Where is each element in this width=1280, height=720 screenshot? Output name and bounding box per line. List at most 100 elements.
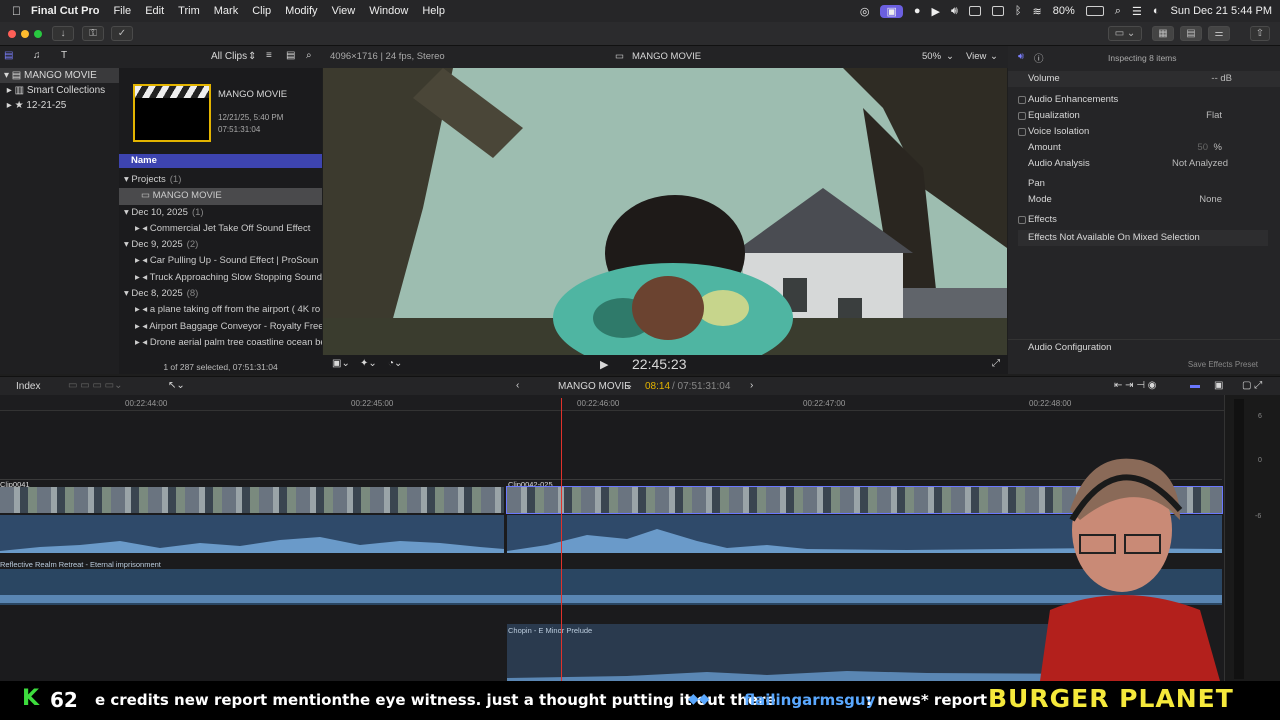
select-tool-icon[interactable]: ↖⌄ (168, 380, 185, 391)
equalization-menu[interactable]: Flat (1206, 108, 1222, 124)
cloud-icon[interactable]: ● (914, 5, 921, 17)
audio-inspector-icon[interactable]: 🔊︎ (1018, 51, 1024, 62)
browser-clip-row[interactable]: ▸ ◂ Truck Approaching Slow Stopping Soun… (119, 270, 322, 286)
timeline-project-title[interactable]: MANGO MOVIE (558, 381, 631, 392)
transform-icon[interactable]: ▣⌄ (332, 358, 350, 369)
menu-view[interactable]: View (332, 5, 356, 17)
search-icon[interactable]: ⌕ (306, 50, 312, 61)
save-effects-preset-button[interactable]: Save Effects Preset (1188, 357, 1258, 373)
minimize-window-button[interactable] (21, 30, 29, 38)
menu-edit[interactable]: Edit (145, 5, 164, 17)
record-icon[interactable]: ◎ (860, 5, 870, 18)
share-icon[interactable]: ⇧ (1250, 26, 1270, 41)
siri-icon[interactable]: ◐ (1153, 5, 1160, 17)
zoom-tools-icon[interactable]: ⇤ ⇥ ⊣ ◉ (1114, 380, 1157, 391)
chevron-updown-icon[interactable]: ⇕ (248, 51, 256, 62)
timeline-ruler[interactable]: 00:22:44:00 00:22:45:00 00:22:46:00 00:22:4… (0, 395, 1224, 411)
volume-icon[interactable]: 🔊︎ (951, 5, 958, 18)
keyword-icon[interactable]: ⚿ (82, 26, 104, 41)
menu-clip[interactable]: Clip (252, 5, 271, 17)
zoom-menu[interactable]: 50% (922, 51, 941, 62)
volume-value[interactable]: -- dB (1211, 71, 1232, 87)
project-icon[interactable]: ▭ (141, 190, 153, 201)
menu-mark[interactable]: Mark (214, 5, 238, 17)
info-inspector-icon[interactable]: ⓘ (1034, 51, 1044, 65)
disclosure-closed-icon[interactable]: ▸ ◂ (135, 321, 149, 332)
battery-icon[interactable] (1085, 6, 1104, 16)
bluetooth-icon[interactable]: ᛒ (1015, 5, 1022, 17)
inspector-toggle-icon[interactable]: ⚌ (1208, 26, 1230, 41)
fullscreen-icon[interactable]: ⤢ (992, 358, 1000, 369)
name-column-header[interactable]: Name (119, 154, 322, 168)
chevron-down-icon[interactable]: ⌄ (990, 51, 998, 62)
disclosure-closed-icon[interactable]: ▸ ◂ (135, 255, 150, 266)
project-thumbnail[interactable] (133, 84, 211, 142)
titles-icon[interactable]: T (61, 50, 67, 61)
close-window-button[interactable] (8, 30, 16, 38)
browser-clip-row[interactable]: ▸ ◂ Commercial Jet Take Off Sound Effect (119, 221, 322, 237)
clip-audio-waveform[interactable] (0, 515, 504, 553)
clip-filter[interactable]: All Clips (211, 51, 247, 62)
event-group[interactable]: ▾ Projects (1) (119, 172, 322, 188)
disclosure-closed-icon[interactable]: ▸ ◂ (135, 272, 150, 283)
browser-clip-row[interactable]: ▸ ◂ Car Pulling Up - Sound Effect | ProS… (119, 253, 322, 269)
workspace-menu-icon[interactable]: ▭ ⌄ (1108, 26, 1142, 41)
equalization-checkbox[interactable] (1018, 112, 1026, 120)
disclosure-closed-icon[interactable]: ▸ ◂ (135, 337, 150, 348)
pan-mode-menu[interactable]: None (1199, 192, 1222, 208)
chevron-down-icon[interactable]: ⌄ (946, 51, 954, 62)
play-button[interactable]: ▶ (600, 358, 608, 371)
view-menu[interactable]: View (966, 51, 986, 62)
browser-clip-row[interactable]: ▸ ◂ Drone aerial palm tree coastline oce… (119, 335, 322, 351)
playhead[interactable] (561, 398, 562, 681)
zoom-window-button[interactable] (34, 30, 42, 38)
enhance-icon[interactable]: ✦⌄ (360, 358, 377, 369)
apple-icon[interactable]:  (12, 4, 21, 18)
voice-isolation-checkbox[interactable] (1018, 128, 1026, 136)
event-group[interactable]: ▾ Dec 10, 2025 (1) (119, 205, 322, 221)
browser-clip-row[interactable]: ▸ ◂ Airport Baggage Conveyor - Royalty F… (119, 319, 322, 335)
amount-value[interactable]: 50 (1197, 140, 1208, 156)
library-smart-collections[interactable]: ▸ ▥ Smart Collections (0, 83, 119, 98)
effects-browser-icon[interactable]: ▢ ⤢ (1242, 380, 1262, 391)
screen-share-icon[interactable]: ▣ (880, 4, 903, 18)
chevron-down-icon[interactable]: ⌄ (625, 380, 633, 391)
background-tasks-icon[interactable]: ✓ (111, 26, 133, 41)
connect-clip-icon[interactable]: ▭ ▭ ▭ ▭⌄ (68, 380, 123, 391)
event-group[interactable]: ▾ Dec 8, 2025 (8) (119, 286, 322, 302)
browser-clip-row[interactable]: ▸ ◂ a plane taking off from the airport … (119, 302, 322, 318)
search-icon[interactable]: ⌕ (1115, 5, 1121, 18)
filmstrip-view-icon[interactable]: ≡ (266, 50, 272, 61)
back-icon[interactable]: ‹ (516, 380, 519, 391)
wifi-icon[interactable]: ≋ (1033, 5, 1042, 18)
display-icon[interactable] (968, 6, 981, 16)
list-view-icon[interactable]: ▤ (286, 50, 295, 61)
video-frame[interactable] (323, 68, 1007, 355)
enhancements-checkbox[interactable] (1018, 96, 1026, 104)
menu-modify[interactable]: Modify (285, 5, 317, 17)
disclosure-open-icon[interactable]: ▾ ▤ (4, 70, 24, 81)
viewer-timecode[interactable]: 22:45:23 (632, 356, 687, 372)
airplay-icon[interactable] (991, 6, 1004, 16)
disclosure-closed-icon[interactable]: ▸ ◂ (135, 223, 150, 234)
app-menu[interactable]: Final Cut Pro (31, 5, 99, 17)
timeline-toggle-icon[interactable]: ▤ (1180, 26, 1202, 41)
speed-icon[interactable]: ◔⌄ (388, 358, 402, 369)
import-icon[interactable]: ↓ (52, 26, 74, 41)
clock[interactable]: Sun Dec 21 5:44 PM (1170, 5, 1272, 17)
control-center-icon[interactable]: ☰ (1132, 5, 1142, 18)
browser-toggle-icon[interactable]: ▦ (1152, 26, 1174, 41)
disclosure-closed-icon[interactable]: ▸ ◂ (135, 304, 150, 315)
disclosure-closed-icon[interactable]: ▸ ★ (4, 100, 26, 111)
video-clip[interactable] (0, 487, 504, 513)
menu-file[interactable]: File (113, 5, 131, 17)
browser-clip-row[interactable]: ▭ MANGO MOVIE (119, 188, 322, 205)
menu-trim[interactable]: Trim (178, 5, 200, 17)
timeline-index-button[interactable]: Index (16, 381, 40, 392)
forward-icon[interactable]: › (750, 380, 753, 391)
effects-checkbox[interactable] (1018, 216, 1026, 224)
event-group[interactable]: ▾ Dec 9, 2025 (2) (119, 237, 322, 253)
menu-window[interactable]: Window (369, 5, 408, 17)
menu-help[interactable]: Help (422, 5, 445, 17)
disclosure-closed-icon[interactable]: ▸ ▥ (4, 85, 27, 96)
